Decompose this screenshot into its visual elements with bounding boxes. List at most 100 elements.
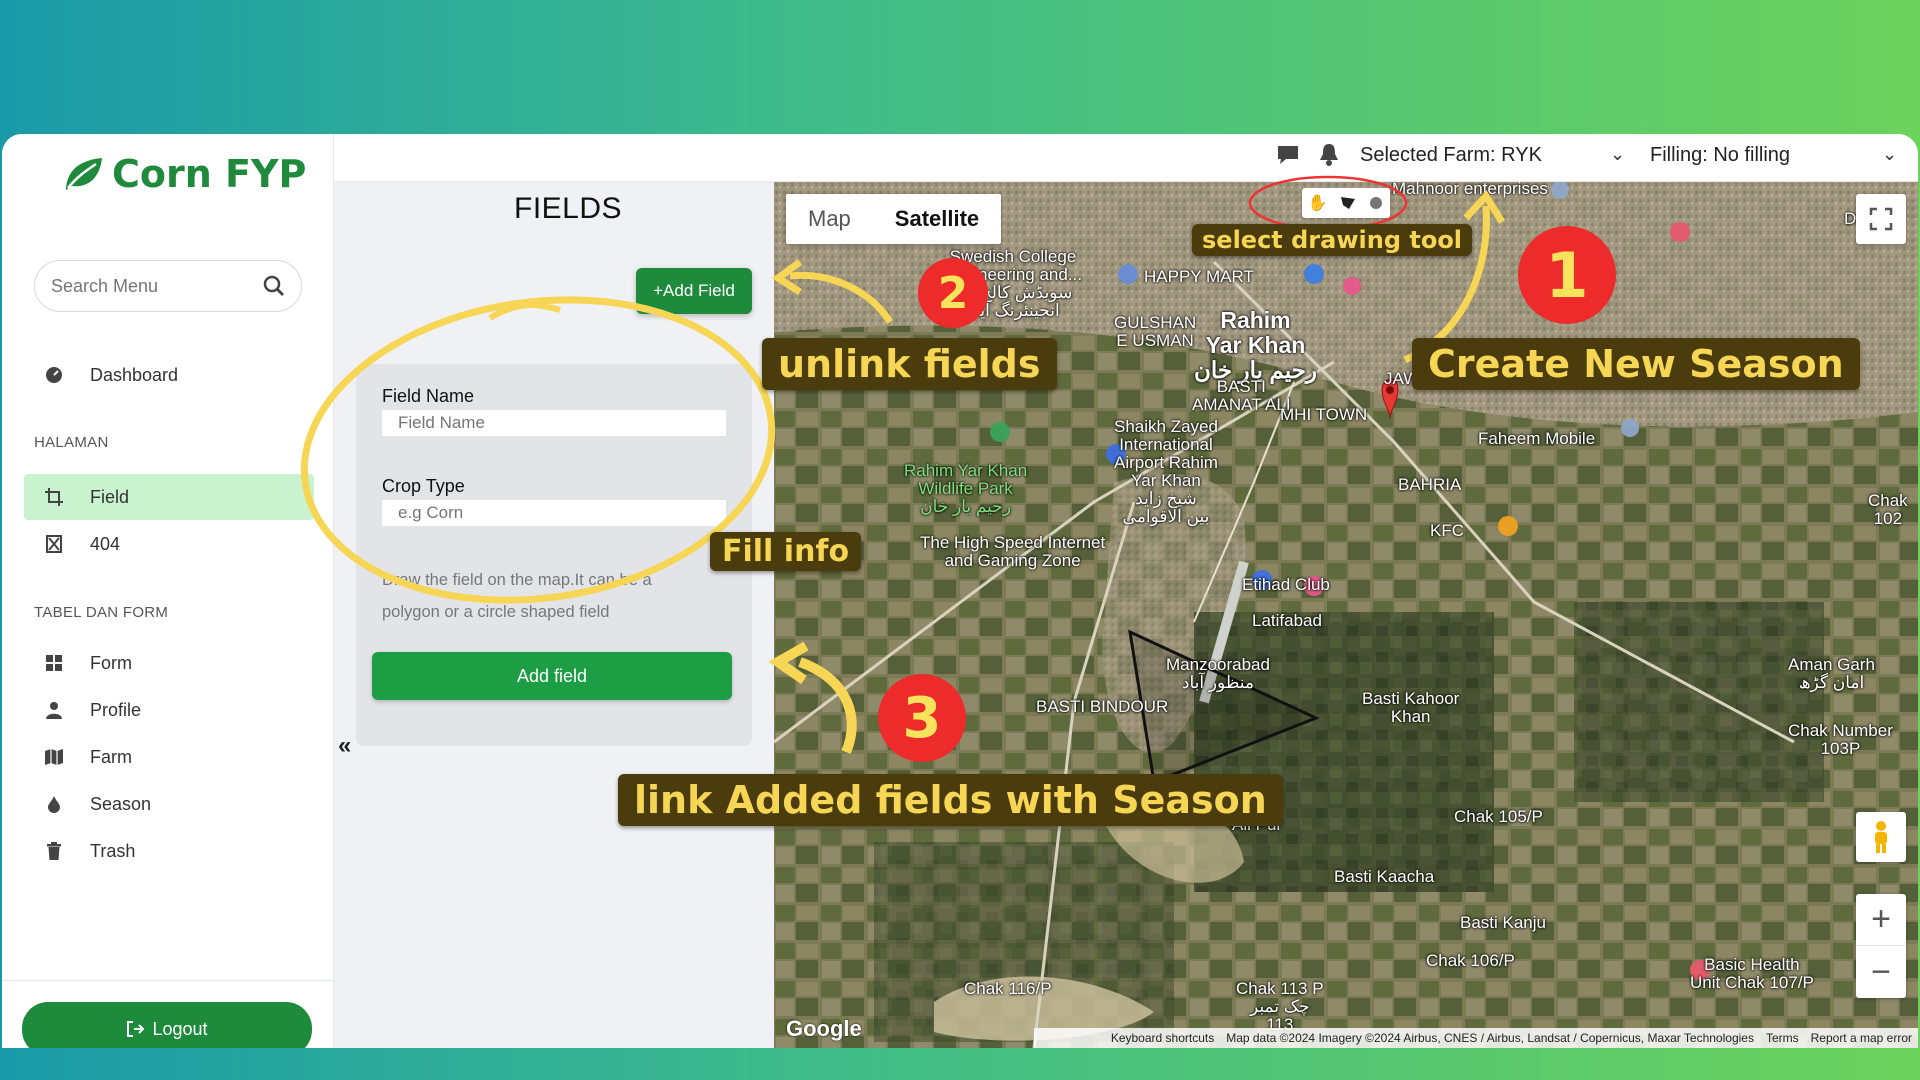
map-place-label[interactable]: BASTI AMANAT ALI xyxy=(1192,378,1291,414)
logout-icon xyxy=(127,1021,145,1037)
map-place-label[interactable]: GULSHAN E USMAN xyxy=(1114,314,1196,350)
map-place-label[interactable]: Shaikh Zayed International Airport Rahim… xyxy=(1114,418,1218,526)
report-error-link[interactable]: Report a map error xyxy=(1811,1031,1912,1045)
map-place-label[interactable]: HAPPY MART xyxy=(1144,268,1254,286)
logout-button[interactable]: Logout xyxy=(22,1002,312,1048)
street-view-pegman[interactable] xyxy=(1856,812,1906,862)
hand-icon[interactable]: ✋ xyxy=(1308,193,1328,213)
map-place-label[interactable]: Basic Health Unit Chak 107/P xyxy=(1690,956,1814,992)
callout-select-drawing-tool: select drawing tool xyxy=(1192,224,1473,256)
sidebar-item-label: Form xyxy=(90,652,132,673)
sidebar-item-label: Season xyxy=(90,793,152,814)
sidebar-item-label: Field xyxy=(90,486,130,507)
step-number-3: 3 xyxy=(878,674,966,762)
chevron-down-icon[interactable]: ⌄ xyxy=(1882,144,1897,165)
map-place-label[interactable]: Chak Number 103P xyxy=(1788,722,1893,758)
map-data-credit: Map data ©2024 Imagery ©2024 Airbus, CNE… xyxy=(1226,1031,1754,1045)
map-place-label[interactable]: The High Speed Internet and Gaming Zone xyxy=(920,534,1105,570)
field-name-label: Field Name xyxy=(382,386,475,406)
keyboard-shortcuts-link[interactable]: Keyboard shortcuts xyxy=(1111,1031,1214,1045)
search-input[interactable] xyxy=(51,275,241,297)
map-place-label[interactable]: Basti Kahoor Khan xyxy=(1362,690,1459,726)
draw-hint: Draw the field on the map.It can be a po… xyxy=(382,571,652,621)
chevron-down-icon[interactable]: ⌄ xyxy=(1610,144,1625,165)
map-place-label[interactable]: Rahim Yar Khan رحیم یار خان xyxy=(1194,308,1317,383)
sidebar-item-profile[interactable]: Profile xyxy=(24,687,314,733)
map-place-label[interactable]: Basti Kanju xyxy=(1460,914,1546,932)
sidebar-item-label: Profile xyxy=(90,699,142,720)
callout-unlink-fields: unlink fields xyxy=(762,338,1057,390)
add-field-top-button[interactable]: +Add Field xyxy=(636,268,752,314)
map-place-label[interactable]: MHI TOWN xyxy=(1280,406,1367,424)
map-place-label[interactable]: Chak 116/P xyxy=(964,980,1052,998)
map-place-label[interactable]: Mahnoor enterprises xyxy=(1392,182,1548,198)
map-place-label[interactable]: Chak 105/P xyxy=(1454,808,1543,826)
terms-link[interactable]: Terms xyxy=(1766,1031,1799,1045)
map-place-label[interactable]: KFC xyxy=(1430,522,1464,540)
map-place-label[interactable]: Manzoorabad منظور آباد xyxy=(1166,656,1270,692)
background-strip xyxy=(0,1048,1920,1080)
map-type-map-button[interactable]: Map xyxy=(786,194,873,244)
map-place-label[interactable]: BASTI BINDOUR xyxy=(1036,698,1168,716)
zoom-control: + − xyxy=(1856,894,1906,998)
app-logo[interactable]: Corn FYP xyxy=(62,152,306,196)
trash-icon xyxy=(44,841,64,861)
map-place-label[interactable]: Chak 106/P xyxy=(1426,952,1515,970)
map-type-control: Map Satellite xyxy=(786,194,1002,244)
fullscreen-button[interactable] xyxy=(1856,194,1906,244)
drawing-toolbar: ✋ xyxy=(1302,188,1390,218)
map-place-label[interactable]: Faheem Mobile xyxy=(1478,430,1595,448)
droplet-icon xyxy=(44,794,64,814)
google-logo: Google xyxy=(786,1016,862,1041)
section-tabel-dan-form: TABEL DAN FORM xyxy=(34,604,169,621)
collapse-sidebar-icon[interactable]: « xyxy=(338,732,351,760)
map-attribution: Keyboard shortcuts Map data ©2024 Imager… xyxy=(1034,1028,1918,1048)
crop-type-input[interactable] xyxy=(382,500,726,526)
map-place-label[interactable]: Latifabad xyxy=(1252,612,1322,630)
crop-icon xyxy=(44,487,64,507)
polygon-icon[interactable] xyxy=(1339,195,1357,211)
user-icon xyxy=(44,700,64,720)
message-icon[interactable] xyxy=(1276,144,1300,166)
sidebar-item-label: Dashboard xyxy=(90,364,179,385)
bell-icon[interactable] xyxy=(1318,142,1340,168)
map-place-label[interactable]: Basti Kaacha xyxy=(1334,868,1434,886)
map-place-label[interactable]: Chak 102 xyxy=(1868,492,1908,528)
zoom-in-button[interactable]: + xyxy=(1856,894,1906,946)
topbar: Selected Farm: RYK ⌄ Filling: No filling… xyxy=(334,134,1918,182)
windows-icon xyxy=(44,653,64,673)
field-name-input[interactable] xyxy=(382,410,726,436)
add-field-button[interactable]: Add field xyxy=(372,652,732,700)
map-place-label[interactable]: Rahim Yar Khan Wildlife Park رحیم یار خا… xyxy=(904,462,1027,516)
add-field-form: Field Name Crop Type Draw the field on t… xyxy=(356,364,752,746)
sidebar-item-trash[interactable]: Trash xyxy=(24,828,314,874)
sidebar-item-label: Trash xyxy=(90,840,136,861)
sidebar-divider xyxy=(2,980,334,981)
step-number-2: 2 xyxy=(918,258,988,328)
selected-farm-dropdown[interactable]: Selected Farm: RYK xyxy=(1360,144,1542,167)
zoom-out-button[interactable]: − xyxy=(1856,946,1906,998)
map-icon xyxy=(44,747,64,767)
app-name: Corn FYP xyxy=(112,152,307,196)
sidebar-item-field[interactable]: Field xyxy=(24,474,314,520)
filling-dropdown[interactable]: Filling: No filling xyxy=(1650,144,1790,167)
callout-create-new-season: Create New Season xyxy=(1412,338,1860,390)
sidebar-item-label: 404 xyxy=(90,533,121,554)
leaf-icon xyxy=(66,158,102,190)
crop-type-label: Crop Type xyxy=(382,476,465,496)
search-menu[interactable] xyxy=(34,260,302,312)
map-type-satellite-button[interactable]: Satellite xyxy=(873,194,1001,244)
map-place-label[interactable]: BAHRIA xyxy=(1398,476,1461,494)
sidebar-item-form[interactable]: Form xyxy=(24,640,314,686)
map-place-label[interactable]: Etihad Club xyxy=(1242,576,1330,594)
sidebar-item-farm[interactable]: Farm xyxy=(24,734,314,780)
sidebar-item-404[interactable]: 404 xyxy=(24,521,314,567)
circle-icon[interactable] xyxy=(1368,195,1384,211)
page-title: FIELDS xyxy=(514,192,623,225)
pegman-icon xyxy=(1875,821,1887,853)
map-place-label[interactable]: Chak 113 P چک تمبر 113 xyxy=(1236,980,1324,1034)
map-place-label[interactable]: Aman Garh امان گڑھ xyxy=(1788,656,1875,692)
sidebar-item-dashboard[interactable]: Dashboard xyxy=(24,352,314,398)
search-icon[interactable] xyxy=(263,275,285,297)
sidebar-item-season[interactable]: Season xyxy=(24,781,314,827)
